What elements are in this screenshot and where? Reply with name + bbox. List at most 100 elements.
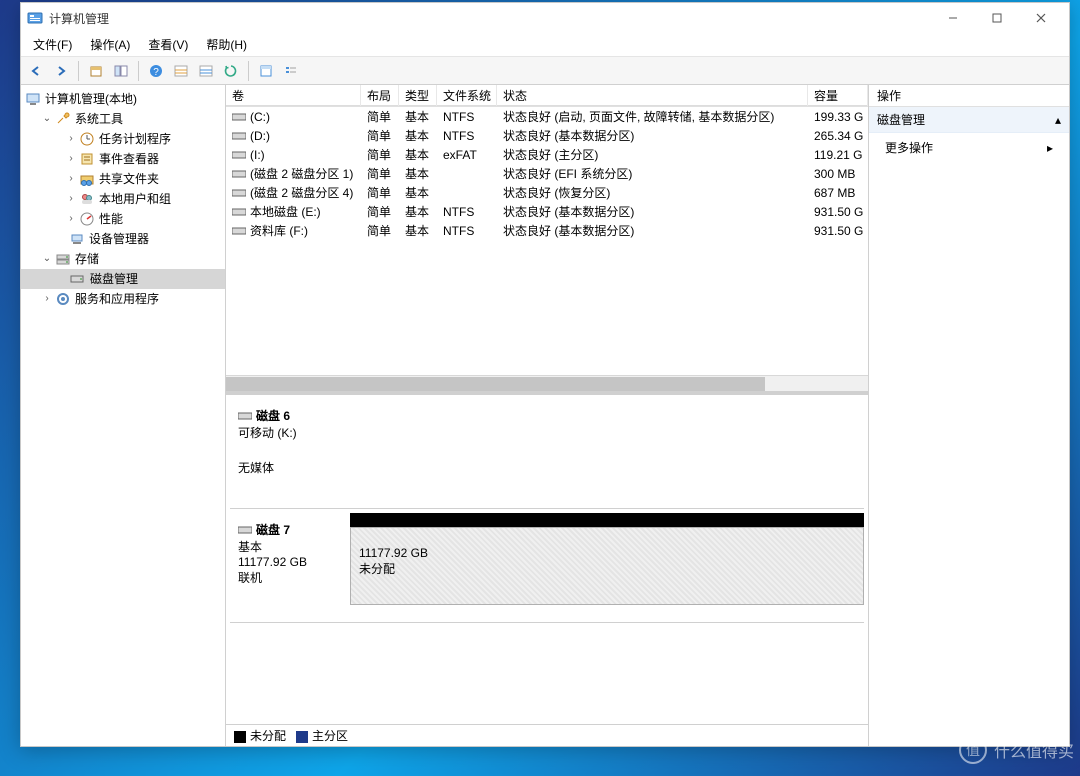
disk-visual-nomedia[interactable] (350, 399, 864, 508)
tree-disk-management[interactable]: 磁盘管理 (21, 269, 225, 289)
table-row[interactable]: 资料库 (F:) 简单 基本 NTFS 状态良好 (基本数据分区) 931.50… (226, 221, 868, 240)
chevron-right-icon: ▸ (1047, 141, 1053, 155)
window-controls (931, 4, 1063, 32)
tree-root[interactable]: 计算机管理(本地) (21, 89, 225, 109)
navigation-tree[interactable]: 计算机管理(本地) ⌄ 系统工具 › 任务计划程序 › 事件查看器 (21, 85, 226, 746)
list-button[interactable] (280, 60, 302, 82)
services-icon (55, 291, 71, 307)
expander-icon[interactable]: › (65, 149, 77, 169)
tree-device-manager[interactable]: 设备管理器 (21, 229, 225, 249)
actions-pane: 操作 磁盘管理 ▴ 更多操作 ▸ (869, 85, 1069, 746)
volume-table-body[interactable]: (C:) 简单 基本 NTFS 状态良好 (启动, 页面文件, 故障转储, 基本… (226, 107, 868, 375)
drive-icon (232, 150, 246, 160)
close-button[interactable] (1019, 4, 1063, 32)
titlebar: 计算机管理 (21, 3, 1069, 33)
tree-label: 计算机管理(本地) (45, 89, 137, 109)
menu-view[interactable]: 查看(V) (140, 34, 196, 55)
disk-mgmt-icon (69, 271, 85, 287)
disk-visual-unallocated[interactable]: 11177.92 GB 未分配 (350, 513, 864, 622)
legend-primary: 主分区 (296, 727, 348, 744)
expander-icon[interactable]: › (65, 209, 77, 229)
col-status[interactable]: 状态 (497, 85, 808, 106)
horizontal-scrollbar[interactable] (226, 375, 868, 391)
table-row[interactable]: (磁盘 2 磁盘分区 1) 简单 基本 状态良好 (EFI 系统分区) 300 … (226, 164, 868, 183)
menu-help[interactable]: 帮助(H) (198, 34, 255, 55)
table-row[interactable]: 本地磁盘 (E:) 简单 基本 NTFS 状态良好 (基本数据分区) 931.5… (226, 202, 868, 221)
computer-icon (25, 91, 41, 107)
disk-row[interactable]: 磁盘 7 基本 11177.92 GB 联机 11177.92 GB 未分配 (230, 513, 864, 623)
separator (248, 61, 249, 81)
tree-performance[interactable]: › 性能 (21, 209, 225, 229)
tree-system-tools[interactable]: ⌄ 系统工具 (21, 109, 225, 129)
menu-file[interactable]: 文件(F) (25, 34, 80, 55)
expander-icon[interactable]: ⌄ (41, 109, 53, 129)
col-layout[interactable]: 布局 (361, 85, 399, 106)
table-row[interactable]: (磁盘 2 磁盘分区 4) 简单 基本 状态良好 (恢复分区) 687 MB (226, 183, 868, 202)
disk-icon (238, 411, 252, 421)
expander-icon[interactable]: › (65, 169, 77, 189)
disk-type: 可移动 (K:) (238, 424, 342, 441)
properties-button[interactable] (255, 60, 277, 82)
disk-status: 联机 (238, 569, 342, 586)
col-capacity[interactable]: 容量 (808, 85, 868, 106)
partition-size: 11177.92 GB (359, 546, 855, 560)
tree-label: 系统工具 (75, 109, 123, 129)
tree-label: 设备管理器 (89, 229, 149, 249)
disk-row[interactable]: 磁盘 6 可移动 (K:) 无媒体 (230, 399, 864, 509)
toolbar: ? (21, 57, 1069, 85)
tree-services-apps[interactable]: › 服务和应用程序 (21, 289, 225, 309)
maximize-button[interactable] (975, 4, 1019, 32)
clock-icon (79, 131, 95, 147)
svg-text:?: ? (153, 67, 159, 78)
volume-table: 卷 布局 类型 文件系统 状态 容量 (C:) 简单 基本 NTFS (226, 85, 868, 395)
tree-event-viewer[interactable]: › 事件查看器 (21, 149, 225, 169)
tree-task-scheduler[interactable]: › 任务计划程序 (21, 129, 225, 149)
separator (78, 61, 79, 81)
device-icon (69, 231, 85, 247)
legend-unallocated: 未分配 (234, 727, 286, 744)
table-row[interactable]: (I:) 简单 基本 exFAT 状态良好 (主分区) 119.21 G (226, 145, 868, 164)
app-icon (27, 10, 43, 26)
expander-icon[interactable]: › (41, 289, 53, 309)
refresh-button[interactable] (220, 60, 242, 82)
tree-label: 服务和应用程序 (75, 289, 159, 309)
actions-header: 操作 (869, 85, 1069, 107)
help-button[interactable]: ? (145, 60, 167, 82)
storage-icon (55, 251, 71, 267)
action-more[interactable]: 更多操作 ▸ (869, 133, 1069, 162)
tree-storage[interactable]: ⌄ 存储 (21, 249, 225, 269)
action-label: 更多操作 (885, 139, 933, 156)
table-row[interactable]: (C:) 简单 基本 NTFS 状态良好 (启动, 页面文件, 故障转储, 基本… (226, 107, 868, 126)
window-title: 计算机管理 (49, 10, 109, 27)
menu-action[interactable]: 操作(A) (82, 34, 138, 55)
expander-icon[interactable]: › (65, 129, 77, 149)
expander-icon[interactable]: › (65, 189, 77, 209)
toolbar-view2-button[interactable] (195, 60, 217, 82)
tree-label: 共享文件夹 (99, 169, 159, 189)
event-icon (79, 151, 95, 167)
disk-info: 磁盘 6 可移动 (K:) 无媒体 (230, 399, 350, 508)
expander-icon[interactable]: ⌄ (41, 249, 53, 269)
col-type[interactable]: 类型 (399, 85, 437, 106)
col-volume[interactable]: 卷 (226, 85, 361, 106)
up-button[interactable] (85, 60, 107, 82)
shared-folder-icon (79, 171, 95, 187)
drive-icon (232, 131, 246, 141)
disk-name: 磁盘 7 (256, 521, 290, 538)
performance-icon (79, 211, 95, 227)
show-hide-tree-button[interactable] (110, 60, 132, 82)
minimize-button[interactable] (931, 4, 975, 32)
tree-local-users[interactable]: › 本地用户和组 (21, 189, 225, 209)
tools-icon (55, 111, 71, 127)
forward-button[interactable] (50, 60, 72, 82)
tree-shared-folders[interactable]: › 共享文件夹 (21, 169, 225, 189)
action-category[interactable]: 磁盘管理 ▴ (869, 107, 1069, 133)
toolbar-view1-button[interactable] (170, 60, 192, 82)
drive-icon (232, 188, 246, 198)
table-row[interactable]: (D:) 简单 基本 NTFS 状态良好 (基本数据分区) 265.34 G (226, 126, 868, 145)
drive-icon (232, 226, 246, 236)
disk-info: 磁盘 7 基本 11177.92 GB 联机 (230, 513, 350, 622)
col-fs[interactable]: 文件系统 (437, 85, 497, 106)
back-button[interactable] (25, 60, 47, 82)
partition-status: 未分配 (359, 560, 855, 577)
